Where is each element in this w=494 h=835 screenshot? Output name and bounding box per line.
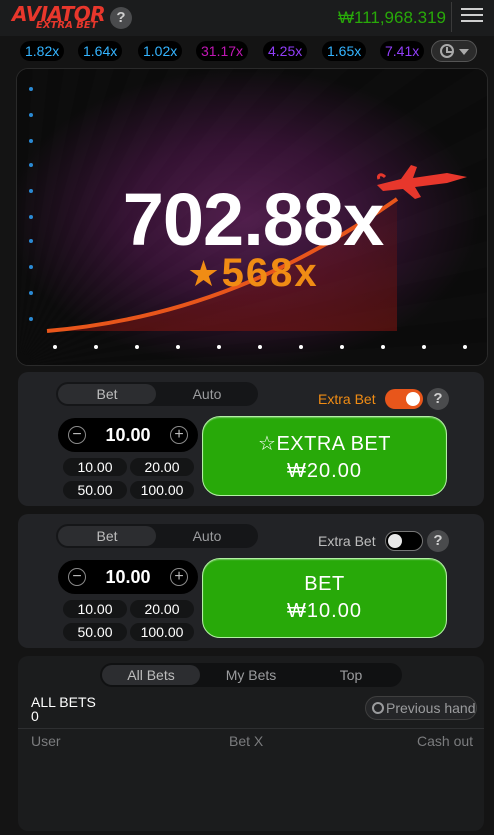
- history-value: 7.41x: [385, 43, 420, 59]
- tab-bet[interactable]: Bet: [58, 384, 156, 404]
- quick-amount-button[interactable]: 10.00: [63, 600, 127, 618]
- history-multiplier: 1.65x: [322, 41, 367, 61]
- bet-button[interactable]: BET ₩10.00: [202, 558, 447, 638]
- bet-mode-tabs: Bet Auto: [56, 524, 258, 548]
- previous-hand-button[interactable]: Previous hand: [365, 696, 477, 720]
- history-multiplier: 31.17x: [196, 41, 249, 61]
- column-header-user: User: [31, 733, 61, 749]
- axis-dot: [217, 345, 221, 349]
- extra-bet-button[interactable]: ☆EXTRA BET ₩20.00: [202, 416, 447, 496]
- axis-dot: [381, 345, 385, 349]
- bet-amount-input[interactable]: 10.00: [84, 560, 172, 594]
- plus-button[interactable]: +: [170, 426, 188, 444]
- plus-button[interactable]: +: [170, 568, 188, 586]
- tab-auto[interactable]: Auto: [158, 384, 256, 404]
- axis-dot: [422, 345, 426, 349]
- bet-panel-1: Bet Auto Extra Bet ? − 10.00 + 10.00 20.…: [18, 372, 484, 506]
- axis-dot: [135, 345, 139, 349]
- axis-dot: [176, 345, 180, 349]
- clock-icon: [440, 44, 454, 58]
- bets-list-panel: All Bets My Bets Top ALL BETS 0 Previous…: [18, 656, 484, 831]
- bets-tabs: All Bets My Bets Top: [100, 663, 402, 687]
- bet-amount-input[interactable]: 10.00: [84, 418, 172, 452]
- axis-dot: [29, 317, 33, 321]
- history-value: 1.82x: [25, 43, 60, 59]
- bet-button-amount: ₩20.00: [287, 460, 362, 482]
- axis-dot: [29, 87, 33, 91]
- current-multiplier: 702.88x: [122, 178, 385, 261]
- axis-dot: [258, 345, 262, 349]
- axis-dot: [29, 139, 33, 143]
- all-bets-count: 0: [31, 708, 39, 724]
- extra-multiplier: ★568x: [17, 251, 487, 296]
- axis-dot: [299, 345, 303, 349]
- bet-amount-stepper: − 10.00 +: [58, 418, 198, 452]
- quick-amount-button[interactable]: 50.00: [63, 623, 127, 641]
- axis-dot: [463, 345, 467, 349]
- quick-amount-button[interactable]: 10.00: [63, 458, 127, 476]
- quick-amount-button[interactable]: 50.00: [63, 481, 127, 499]
- previous-hand-label: Previous hand: [386, 700, 476, 716]
- chevron-down-icon: [459, 49, 469, 55]
- history-toggle-button[interactable]: [431, 40, 477, 62]
- extra-bet-help-button[interactable]: ?: [427, 530, 449, 552]
- history-multiplier: 1.02x: [138, 41, 183, 61]
- toggle-knob: [406, 392, 420, 406]
- tab-all-bets[interactable]: All Bets: [102, 665, 200, 685]
- tab-bet[interactable]: Bet: [58, 526, 156, 546]
- axis-dot: [94, 345, 98, 349]
- extra-bet-label: Extra Bet: [318, 391, 376, 407]
- header-divider: [451, 2, 452, 32]
- axis-dot: [53, 345, 57, 349]
- history-multiplier: 1.82x: [20, 41, 65, 61]
- history-icon: [372, 702, 384, 714]
- extra-bet-help-button[interactable]: ?: [427, 388, 449, 410]
- all-bets-title: ALL BETS: [31, 694, 96, 710]
- history-value: 31.17x: [201, 43, 244, 59]
- history-value: 4.25x: [268, 43, 303, 59]
- toggle-knob: [388, 534, 402, 548]
- bet-button-label: BET: [304, 573, 345, 595]
- extra-bet-label: Extra Bet: [318, 533, 376, 549]
- tab-auto[interactable]: Auto: [158, 526, 256, 546]
- top-header: AVIATOR EXTRA BET ? ₩111,968.319: [0, 0, 494, 36]
- game-canvas: 702.88x ★568x: [16, 68, 488, 366]
- history-value: 1.65x: [327, 43, 362, 59]
- logo-sub-text: EXTRA BET: [36, 20, 98, 31]
- quick-amount-button[interactable]: 20.00: [130, 600, 194, 618]
- extra-bet-toggle[interactable]: [385, 531, 423, 551]
- tab-top[interactable]: Top: [302, 665, 400, 685]
- axis-dot: [340, 345, 344, 349]
- bet-amount-stepper: − 10.00 +: [58, 560, 198, 594]
- history-value: 1.64x: [83, 43, 118, 59]
- column-header-cash-out: Cash out: [417, 733, 474, 749]
- history-value: 1.02x: [143, 43, 178, 59]
- tab-my-bets[interactable]: My Bets: [202, 665, 300, 685]
- history-multiplier: 4.25x: [263, 41, 308, 61]
- history-multiplier: 1.64x: [78, 41, 123, 61]
- quick-amount-button[interactable]: 100.00: [130, 481, 194, 499]
- quick-amount-button[interactable]: 100.00: [130, 623, 194, 641]
- axis-dot: [29, 163, 33, 167]
- multiplier-history-bar: 1.82x 1.64x 1.02x 31.17x 4.25x 1.65x 7.4…: [0, 38, 494, 66]
- bet-button-amount: ₩10.00: [287, 600, 362, 622]
- quick-amount-button[interactable]: 20.00: [130, 458, 194, 476]
- hamburger-menu-icon[interactable]: [461, 8, 483, 26]
- bet-mode-tabs: Bet Auto: [56, 382, 258, 406]
- bet-button-label: ☆EXTRA BET: [258, 433, 391, 455]
- axis-dot: [29, 113, 33, 117]
- extra-bet-toggle[interactable]: [385, 389, 423, 409]
- history-multiplier: 7.41x: [380, 41, 425, 61]
- bets-divider: [18, 728, 484, 729]
- bet-panel-2: Bet Auto Extra Bet ? − 10.00 + 10.00 20.…: [18, 514, 484, 648]
- balance-display: ₩111,968.319: [337, 8, 446, 27]
- star-icon: ★: [187, 253, 222, 294]
- extra-multiplier-value: 568x: [221, 251, 319, 295]
- help-button[interactable]: ?: [110, 7, 132, 29]
- column-header-bet-x: Bet X: [229, 733, 264, 749]
- aviator-logo: AVIATOR EXTRA BET: [10, 0, 106, 34]
